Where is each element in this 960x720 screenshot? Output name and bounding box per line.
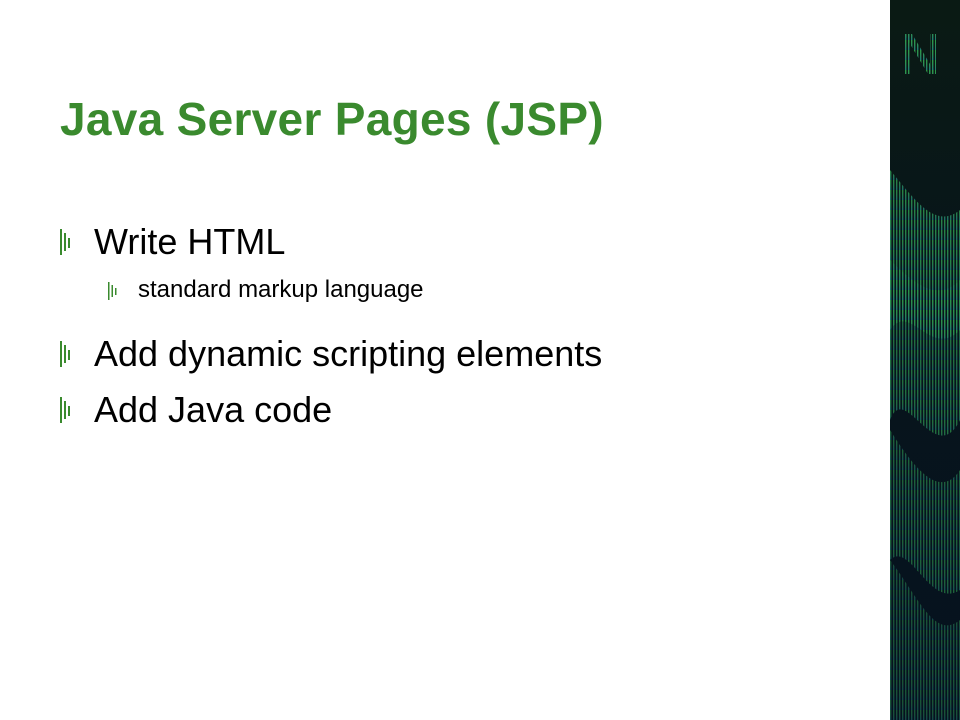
vertical-bars-icon <box>60 397 70 423</box>
sub-bullet-text: standard markup language <box>138 276 424 303</box>
slide: Java Server Pages (JSP) Write HTML stand… <box>0 0 960 720</box>
bullet-list: Write HTML standard markup language Add … <box>60 214 860 438</box>
sub-bullet-item: standard markup language <box>60 270 860 310</box>
slide-title: Java Server Pages (JSP) <box>60 93 604 145</box>
bullet-text: Add Java code <box>94 389 333 430</box>
bullet-item: Add dynamic scripting elements <box>60 326 860 382</box>
bullet-text: Add dynamic scripting elements <box>94 333 603 374</box>
bullet-item: Add Java code <box>60 382 860 438</box>
bullet-item: Write HTML <box>60 214 860 270</box>
decorative-sidebar <box>890 0 960 720</box>
vertical-bars-icon <box>60 229 70 255</box>
vertical-bars-icon <box>108 282 117 300</box>
vertical-bars-icon <box>60 341 70 367</box>
bullet-text: Write HTML <box>94 221 286 262</box>
